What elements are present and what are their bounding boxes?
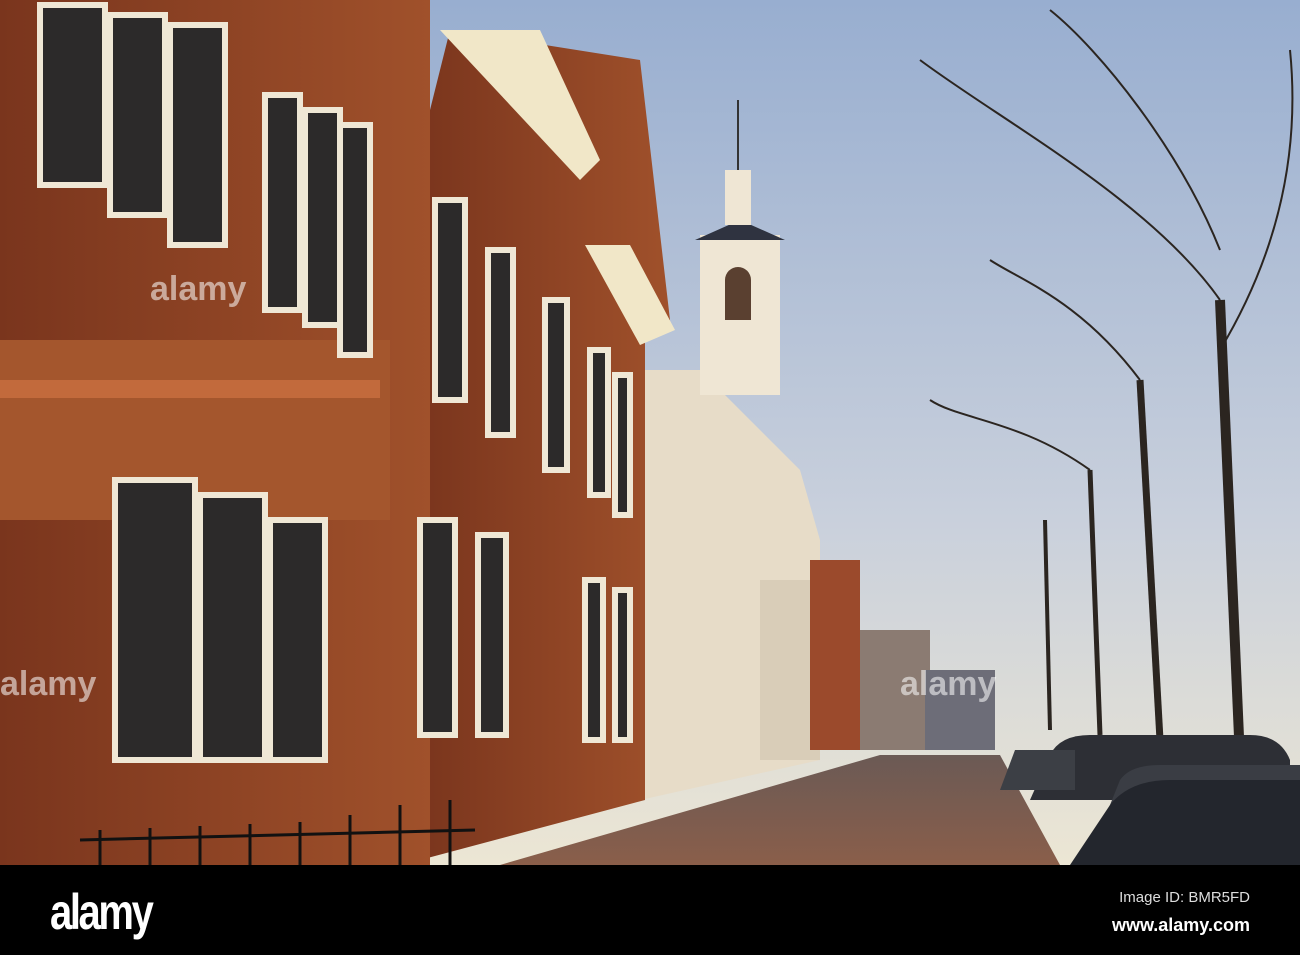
street-photo	[0, 0, 1300, 865]
alamy-logo: alamy	[50, 884, 154, 940]
watermark: alamy	[900, 665, 997, 703]
image-id: Image ID: BMR5FD	[1119, 889, 1250, 906]
watermark: alamy	[0, 665, 97, 703]
website-link: www.alamy.com	[1111, 915, 1250, 935]
watermark: alamy	[150, 270, 247, 308]
footer-bar: alamy Image ID: BMR5FD www.alamy.com	[0, 865, 1300, 955]
